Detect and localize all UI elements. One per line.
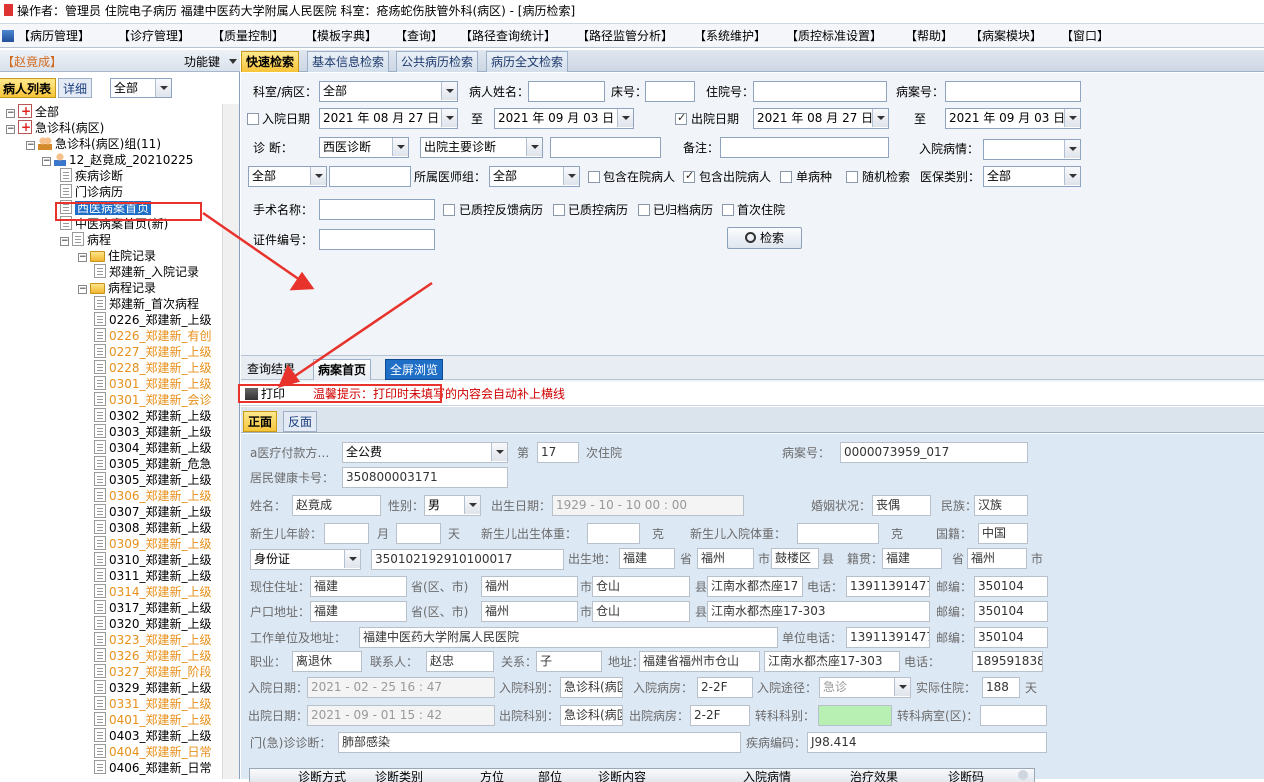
annotation-arrows (202, 211, 433, 388)
arrow-icon (202, 211, 433, 388)
